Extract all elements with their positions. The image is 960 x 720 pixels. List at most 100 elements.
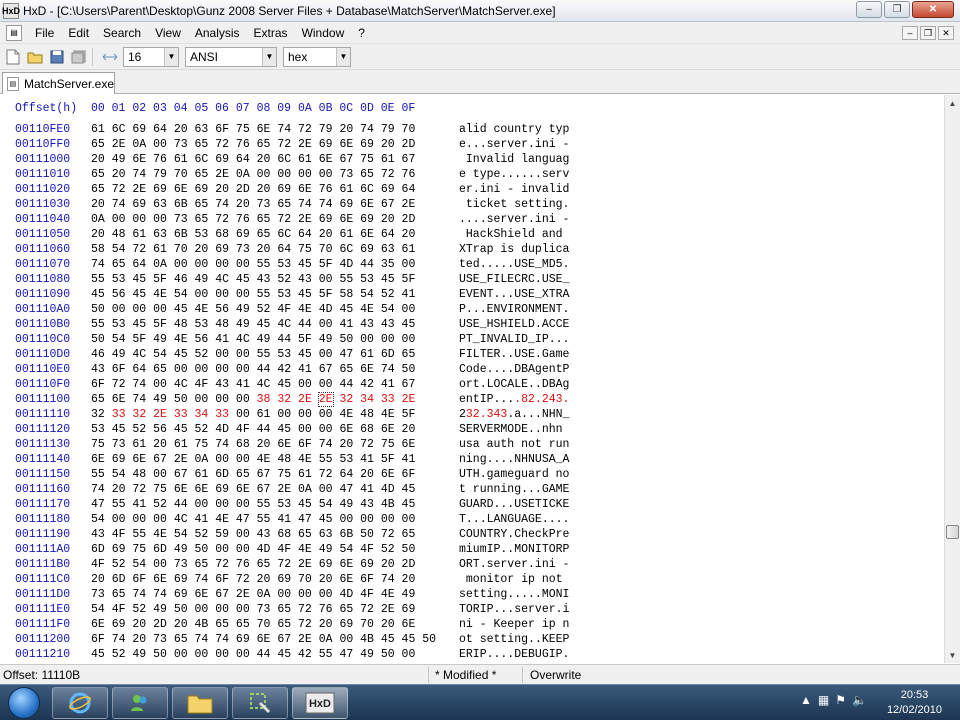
row-hex-bytes[interactable]: 32 33 32 2E 33 34 33 00 61 00 00 00 4E 4…	[91, 407, 415, 422]
action-center-flag-icon[interactable]: ⚑	[835, 693, 846, 707]
row-hex-bytes[interactable]: 54 4F 52 49 50 00 00 00 73 65 72 76 65 7…	[91, 602, 415, 617]
chevron-down-icon[interactable]: ▼	[164, 47, 178, 66]
row-hex-bytes[interactable]: 65 2E 0A 00 73 65 72 76 65 72 2E 69 6E 6…	[91, 137, 415, 152]
hex-row[interactable]: 00111210 45 52 49 50 00 00 00 00 44 45 42…	[0, 647, 944, 662]
hex-row[interactable]: 00111140 6E 69 6E 67 2E 0A 00 00 4E 48 4E…	[0, 452, 944, 467]
row-hex-bytes[interactable]: 20 49 6E 76 61 6C 69 64 20 6C 61 6E 67 7…	[91, 152, 415, 167]
open-folder-icon[interactable]	[26, 48, 44, 66]
scrollbar-thumb[interactable]	[946, 525, 959, 539]
hex-row[interactable]: 00111040 0A 00 00 00 73 65 72 76 65 72 2E…	[0, 212, 944, 227]
vertical-scrollbar[interactable]: ▲ ▼	[944, 95, 960, 663]
row-ascii[interactable]: EVENT...USE_XTRA	[459, 287, 569, 302]
hex-row[interactable]: 00111060 58 54 72 61 70 20 69 73 20 64 75…	[0, 242, 944, 257]
row-ascii[interactable]: FILTER..USE.Game	[459, 347, 569, 362]
internet-explorer-icon[interactable]	[52, 687, 108, 719]
row-ascii[interactable]: USE_FILECRC.USE_	[459, 272, 569, 287]
start-button[interactable]	[2, 685, 46, 720]
messenger-icon[interactable]	[112, 687, 168, 719]
menu-view[interactable]: View	[148, 26, 188, 40]
row-ascii[interactable]: ning....NHNUSA_A	[459, 452, 569, 467]
hex-row[interactable]: 00111130 75 73 61 20 61 75 74 68 20 6E 6F…	[0, 437, 944, 452]
minimize-button[interactable]: –	[856, 1, 882, 18]
show-hidden-icons-icon[interactable]: ▲	[800, 693, 812, 707]
row-hex-bytes[interactable]: 45 52 49 50 00 00 00 00 44 45 42 55 47 4…	[91, 647, 415, 662]
close-button[interactable]: ✕	[912, 1, 954, 18]
row-ascii[interactable]: ....server.ini -	[459, 212, 569, 227]
hex-row[interactable]: 00111020 65 72 2E 69 6E 69 20 2D 20 69 6E…	[0, 182, 944, 197]
hex-row[interactable]: 001111F0 6E 69 20 2D 20 4B 65 65 70 65 72…	[0, 617, 944, 632]
menu-extras[interactable]: Extras	[247, 26, 295, 40]
chevron-down-icon[interactable]: ▼	[262, 47, 276, 66]
hex-row[interactable]: 00111000 20 49 6E 76 61 6C 69 64 20 6C 61…	[0, 152, 944, 167]
hex-editor-view[interactable]: Offset(h) 00 01 02 03 04 05 06 07 08 09 …	[0, 95, 944, 663]
row-hex-bytes[interactable]: 54 00 00 00 4C 41 4E 47 55 41 47 45 00 0…	[91, 512, 415, 527]
row-hex-bytes[interactable]: 6F 72 74 00 4C 4F 43 41 4C 45 00 00 44 4…	[91, 377, 415, 392]
hxd-taskbar-icon[interactable]: HxD	[292, 687, 348, 719]
row-ascii[interactable]: ni - Keeper ip n	[459, 617, 569, 632]
row-ascii[interactable]: COUNTRY.CheckPre	[459, 527, 569, 542]
hex-row[interactable]: 00111030 20 74 69 63 6B 65 74 20 73 65 74…	[0, 197, 944, 212]
row-ascii[interactable]: ORT.server.ini -	[459, 557, 569, 572]
row-hex-bytes[interactable]: 47 55 41 52 44 00 00 00 55 53 45 54 49 4…	[91, 497, 415, 512]
hex-row[interactable]: 00111190 43 4F 55 4E 54 52 59 00 43 68 65…	[0, 527, 944, 542]
hex-row[interactable]: 00111100 65 6E 74 49 50 00 00 00 38 32 2E…	[0, 392, 944, 407]
row-ascii[interactable]: ted.....USE_MD5.	[459, 257, 569, 272]
status-mode[interactable]: Overwrite	[530, 668, 581, 682]
new-file-icon[interactable]	[4, 48, 22, 66]
row-hex-bytes[interactable]: 6F 74 20 73 65 74 74 69 6E 67 2E 0A 00 4…	[91, 632, 436, 647]
hex-row[interactable]: 00111010 65 20 74 79 70 65 2E 0A 00 00 00…	[0, 167, 944, 182]
row-ascii[interactable]: Invalid languag	[459, 152, 570, 167]
maximize-button[interactable]: ❐	[884, 1, 910, 18]
row-hex-bytes[interactable]: 53 45 52 56 45 52 4D 4F 44 45 00 00 6E 6…	[91, 422, 415, 437]
row-hex-bytes[interactable]: 58 54 72 61 70 20 69 73 20 64 75 70 6C 6…	[91, 242, 415, 257]
hex-row[interactable]: 001110A0 50 00 00 00 45 4E 56 49 52 4F 4E…	[0, 302, 944, 317]
menu-file[interactable]: File	[28, 26, 61, 40]
hex-row[interactable]: 001110B0 55 53 45 5F 48 53 48 49 45 4C 44…	[0, 317, 944, 332]
scroll-up-icon[interactable]: ▲	[945, 95, 960, 111]
row-hex-bytes[interactable]: 50 00 00 00 45 4E 56 49 52 4F 4E 4D 45 4…	[91, 302, 415, 317]
row-ascii[interactable]: usa auth not run	[459, 437, 569, 452]
explorer-folder-icon[interactable]	[172, 687, 228, 719]
row-ascii[interactable]: GUARD...USETICKE	[459, 497, 569, 512]
row-ascii[interactable]: SERVERMODE..nhn	[459, 422, 569, 437]
hex-row[interactable]: 00111050 20 48 61 63 6B 53 68 69 65 6C 64…	[0, 227, 944, 242]
row-ascii[interactable]: ticket setting.	[459, 197, 570, 212]
row-hex-bytes[interactable]: 6E 69 20 2D 20 4B 65 65 70 65 72 20 69 7…	[91, 617, 415, 632]
mdi-minimize-button[interactable]: –	[902, 26, 918, 40]
row-hex-bytes[interactable]: 65 6E 74 49 50 00 00 00 38 32 2E 2E 32 3…	[91, 392, 415, 407]
row-hex-bytes[interactable]: 50 54 5F 49 4E 56 41 4C 49 44 5F 49 50 0…	[91, 332, 415, 347]
hex-row[interactable]: 001110C0 50 54 5F 49 4E 56 41 4C 49 44 5F…	[0, 332, 944, 347]
row-ascii[interactable]: alid country typ	[459, 122, 569, 137]
row-hex-bytes[interactable]: 73 65 74 74 69 6E 67 2E 0A 00 00 00 4D 4…	[91, 587, 415, 602]
row-ascii[interactable]: ort.LOCALE..DBAg	[459, 377, 569, 392]
hex-row[interactable]: 00110FE0 61 6C 69 64 20 63 6F 75 6E 74 72…	[0, 122, 944, 137]
save-icon[interactable]	[48, 48, 66, 66]
row-hex-bytes[interactable]: 0A 00 00 00 73 65 72 76 65 72 2E 69 6E 6…	[91, 212, 415, 227]
row-ascii[interactable]: e type......serv	[459, 167, 569, 182]
hex-row[interactable]: 001111A0 6D 69 75 6D 49 50 00 00 4D 4F 4E…	[0, 542, 944, 557]
row-ascii[interactable]: UTH.gameguard no	[459, 467, 569, 482]
mdi-restore-button[interactable]: ❐	[920, 26, 936, 40]
hex-row[interactable]: 00111110 32 33 32 2E 33 34 33 00 61 00 00…	[0, 407, 944, 422]
hex-row[interactable]: 001110E0 43 6F 64 65 00 00 00 00 44 42 41…	[0, 362, 944, 377]
hex-row[interactable]: 001111E0 54 4F 52 49 50 00 00 00 73 65 72…	[0, 602, 944, 617]
hex-row[interactable]: 00111120 53 45 52 56 45 52 4D 4F 44 45 00…	[0, 422, 944, 437]
row-hex-bytes[interactable]: 65 20 74 79 70 65 2E 0A 00 00 00 00 73 6…	[91, 167, 415, 182]
row-ascii[interactable]: er.ini - invalid	[459, 182, 569, 197]
row-ascii[interactable]: Code....DBAgentP	[459, 362, 569, 377]
row-hex-bytes[interactable]: 65 72 2E 69 6E 69 20 2D 20 69 6E 76 61 6…	[91, 182, 415, 197]
row-hex-bytes[interactable]: 45 56 45 4E 54 00 00 00 55 53 45 5F 58 5…	[91, 287, 415, 302]
bytes-per-row-select[interactable]: 16 ▼	[123, 46, 179, 67]
hex-row[interactable]: 00111170 47 55 41 52 44 00 00 00 55 53 45…	[0, 497, 944, 512]
row-ascii[interactable]: T...LANGUAGE....	[459, 512, 569, 527]
menu-window[interactable]: Window	[295, 26, 352, 40]
row-ascii[interactable]: XTrap is duplica	[459, 242, 569, 257]
row-hex-bytes[interactable]: 20 6D 6F 6E 69 74 6F 72 20 69 70 20 6E 6…	[91, 572, 415, 587]
row-hex-bytes[interactable]: 43 4F 55 4E 54 52 59 00 43 68 65 63 6B 5…	[91, 527, 415, 542]
row-ascii[interactable]: miumIP..MONITORP	[459, 542, 569, 557]
hex-row[interactable]: 00111160 74 20 72 75 6E 6E 69 6E 67 2E 0A…	[0, 482, 944, 497]
hex-row[interactable]: 00111150 55 54 48 00 67 61 6D 65 67 75 61…	[0, 467, 944, 482]
hex-row[interactable]: 001111B0 4F 52 54 00 73 65 72 76 65 72 2E…	[0, 557, 944, 572]
menu-search[interactable]: Search	[96, 26, 148, 40]
row-hex-bytes[interactable]: 74 65 64 0A 00 00 00 00 55 53 45 5F 4D 4…	[91, 257, 415, 272]
